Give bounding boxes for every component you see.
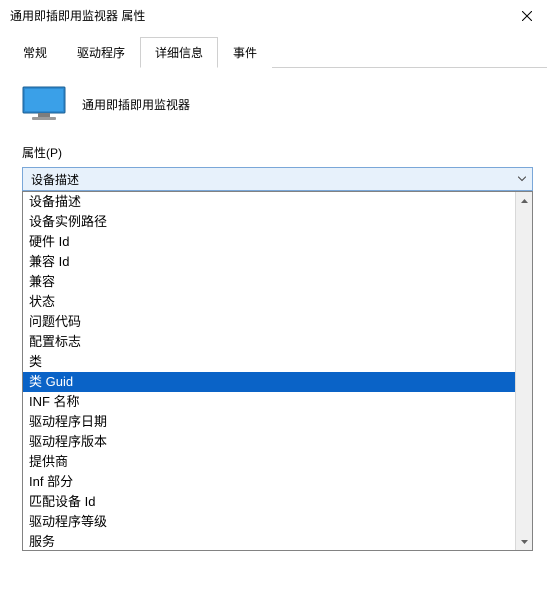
property-options-dropdown: 设备描述设备实例路径硬件 Id兼容 Id兼容状态问题代码配置标志类类 GuidI… xyxy=(22,191,533,551)
scroll-down-button[interactable] xyxy=(516,533,532,550)
scroll-up-button[interactable] xyxy=(516,192,532,209)
list-item[interactable]: 状态 xyxy=(23,292,515,312)
list-item[interactable]: 兼容 Id xyxy=(23,252,515,272)
property-options-list[interactable]: 设备描述设备实例路径硬件 Id兼容 Id兼容状态问题代码配置标志类类 GuidI… xyxy=(23,192,515,550)
window-title: 通用即插即用监视器 属性 xyxy=(10,7,507,24)
list-item[interactable]: 配置标志 xyxy=(23,332,515,352)
list-item[interactable]: 驱动程序等级 xyxy=(23,512,515,532)
tab-driver[interactable]: 驱动程序 xyxy=(62,37,140,68)
chevron-down-icon xyxy=(521,540,528,544)
list-item[interactable]: 设备描述 xyxy=(23,192,515,212)
list-item[interactable]: 硬件 Id xyxy=(23,232,515,252)
list-item[interactable]: 问题代码 xyxy=(23,312,515,332)
device-name: 通用即插即用监视器 xyxy=(82,96,190,113)
titlebar: 通用即插即用监视器 属性 xyxy=(0,0,555,32)
chevron-down-icon xyxy=(518,177,526,182)
list-item[interactable]: 设备实例路径 xyxy=(23,212,515,232)
list-item[interactable]: 类 xyxy=(23,352,515,372)
vertical-scrollbar[interactable] xyxy=(515,192,532,550)
list-item[interactable]: 类 Guid xyxy=(23,372,515,392)
property-combobox-value: 设备描述 xyxy=(31,171,79,188)
tab-general[interactable]: 常规 xyxy=(8,37,62,68)
list-item[interactable]: 服务 xyxy=(23,532,515,550)
list-item[interactable]: 提供商 xyxy=(23,452,515,472)
list-item[interactable]: 匹配设备 Id xyxy=(23,492,515,512)
monitor-icon xyxy=(22,86,66,122)
list-item[interactable]: 驱动程序版本 xyxy=(23,432,515,452)
property-label: 属性(P) xyxy=(22,144,533,161)
device-header: 通用即插即用监视器 xyxy=(22,86,533,122)
tab-bar: 常规 驱动程序 详细信息 事件 xyxy=(8,36,547,68)
scroll-track[interactable] xyxy=(516,209,532,533)
chevron-up-icon xyxy=(521,199,528,203)
close-icon xyxy=(522,11,532,21)
list-item[interactable]: 驱动程序日期 xyxy=(23,412,515,432)
tab-events[interactable]: 事件 xyxy=(218,37,272,68)
list-item[interactable]: Inf 部分 xyxy=(23,472,515,492)
content-panel: 通用即插即用监视器 属性(P) 设备描述 设备描述设备实例路径硬件 Id兼容 I… xyxy=(0,68,555,559)
tab-details[interactable]: 详细信息 xyxy=(140,37,218,68)
property-combobox[interactable]: 设备描述 xyxy=(22,167,533,191)
close-button[interactable] xyxy=(507,2,547,30)
list-item[interactable]: INF 名称 xyxy=(23,392,515,412)
list-item[interactable]: 兼容 xyxy=(23,272,515,292)
